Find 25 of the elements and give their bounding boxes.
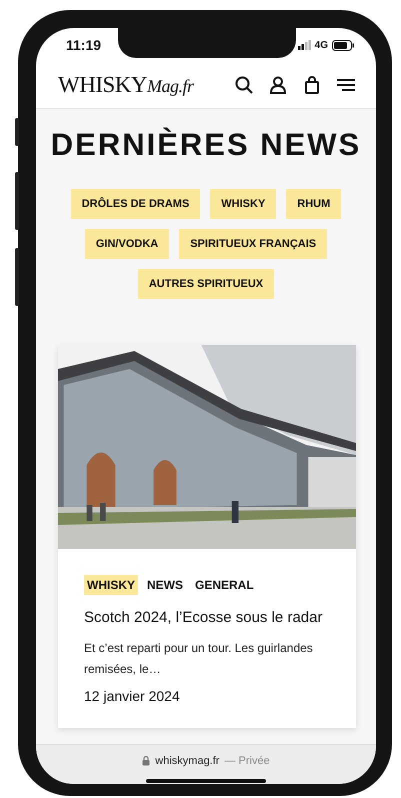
private-label: — Privée [224,755,270,767]
category-button[interactable]: DRÔLES DE DRAMS [70,189,200,219]
network-label: 4G [314,40,328,50]
signal-icon [298,40,311,50]
address-url[interactable]: whiskymag.fr [155,755,220,767]
article-excerpt: Et c’est reparti pour un tour. Les guirlandes remisées, le… [84,640,314,678]
status-time: 11:19 [66,37,102,53]
article-date: 12 janvier 2024 [84,688,181,704]
battery-icon [332,40,354,50]
category-button[interactable]: AUTRES SPIRITUEUX [138,269,274,299]
article-tag[interactable]: WHISKY [84,575,138,595]
category-button[interactable]: RHUM [286,189,342,219]
user-icon[interactable] [268,75,288,95]
shopping-bag-icon[interactable] [302,75,322,95]
article-tag[interactable]: GENERAL [192,575,257,595]
page-title: DERNIÈRES NEWS [50,127,362,163]
category-button[interactable]: WHISKY [210,189,276,219]
article-title[interactable]: Scotch 2024, l’Ecosse sous le radar [84,609,330,626]
search-icon[interactable] [234,75,254,95]
article-tag[interactable]: NEWS [144,575,186,595]
article-card[interactable]: WHISKY NEWS GENERAL Scotch 2024, l’Ecosse sous le radar Et c’est reparti pour un tour. Les guirlandes remisées, le… 12 janvier 2024 [58,345,356,728]
category-button[interactable]: SPIRITUEUX FRANÇAIS [179,229,328,259]
site-logo[interactable]: WHISKYMag.fr [58,72,194,98]
category-button[interactable]: GIN/VODKA [84,229,170,259]
lock-icon [142,756,150,766]
